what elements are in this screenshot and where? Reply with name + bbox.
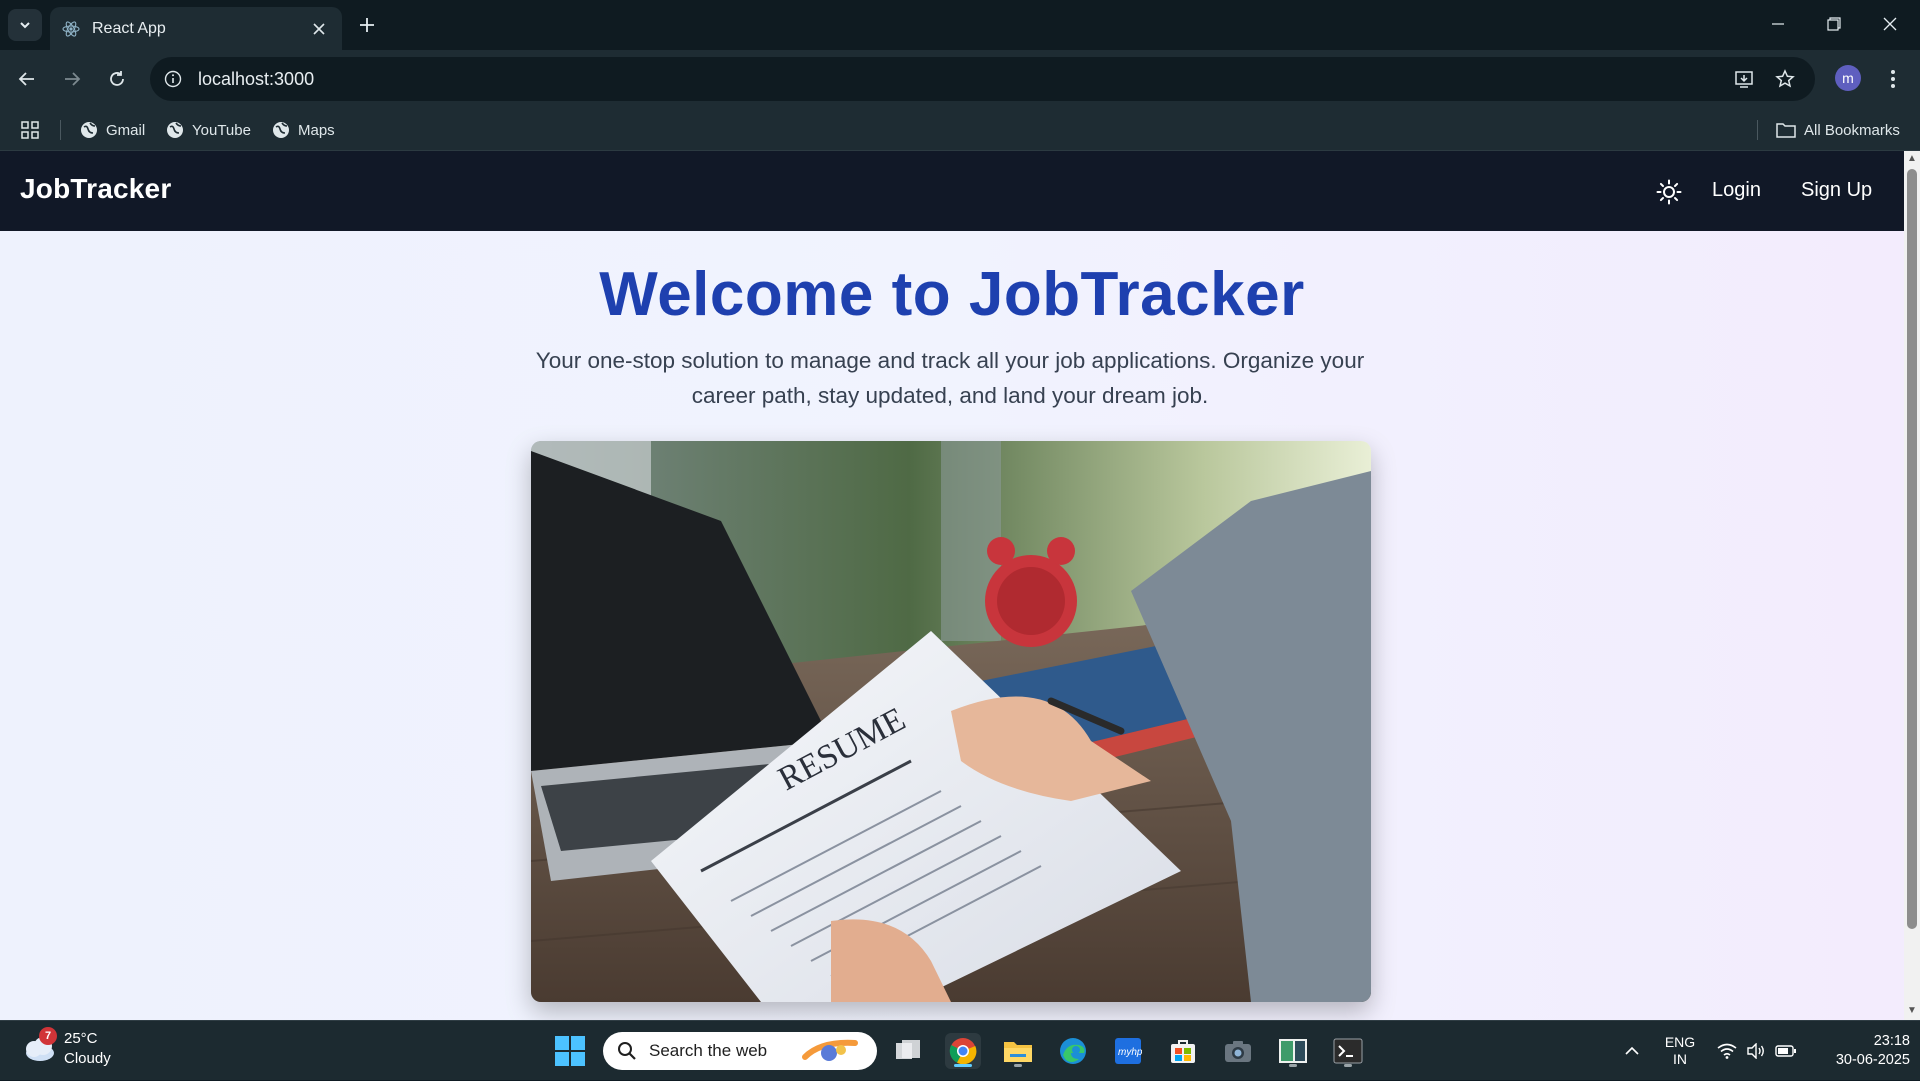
reload-icon [110,71,124,86]
new-tab-button[interactable] [352,10,382,40]
running-indicator [1344,1064,1352,1067]
terminal-preview-icon[interactable] [1275,1033,1311,1069]
camera-icon[interactable] [1220,1033,1256,1069]
plus-icon [360,18,374,32]
arrow-left-icon [18,72,34,86]
lang-bottom: IN [1673,1051,1687,1067]
weather-widget[interactable]: 25°C Cloudy 7 [20,1027,111,1069]
more-vertical-icon [1891,70,1895,88]
svg-text:myhp: myhp [1118,1047,1142,1058]
start-button[interactable] [554,1035,586,1067]
show-hidden-icons[interactable] [1620,1021,1644,1081]
hero-image: RESUME [531,441,1371,1002]
taskbar-search[interactable]: Search the web [603,1032,877,1070]
myhp-icon[interactable]: myhp [1110,1033,1146,1069]
tab-search-button[interactable] [8,9,42,41]
close-icon [1883,17,1897,31]
battery-icon[interactable] [1773,1021,1799,1081]
bookmarks-divider [60,120,61,140]
close-window-button[interactable] [1862,0,1918,48]
search-placeholder: Search the web [649,1041,768,1060]
bookmark-label: YouTube [192,121,251,139]
weather-badge: 7 [39,1027,57,1045]
arrow-right-icon [65,72,81,86]
running-indicator [1014,1064,1022,1067]
address-bar[interactable] [150,57,1815,101]
search-icon [618,1042,636,1060]
task-view-icon[interactable] [890,1033,926,1069]
hero-subtitle: Your one-stop solution to manage and tra… [535,348,1365,408]
browser-toolbar: m [0,50,1920,108]
url-input[interactable] [198,68,1598,90]
folder-icon [1776,123,1796,138]
bookmarks-divider [1757,120,1758,140]
minimize-button[interactable] [1750,0,1806,48]
login-link[interactable]: Login [1712,179,1761,202]
profile-avatar[interactable]: m [1835,65,1861,91]
scroll-up-arrow-icon[interactable]: ▲ [1907,154,1917,164]
globe-icon [81,122,97,138]
bookmark-maps[interactable]: Maps [272,118,335,142]
volume-icon[interactable] [1744,1021,1768,1081]
bookmark-label: Maps [298,121,335,139]
restore-icon [1827,17,1841,31]
bookmark-star-icon[interactable] [1766,57,1804,101]
chevron-up-icon [1625,1046,1639,1055]
bookmark-gmail[interactable]: Gmail [80,118,145,142]
minimize-icon [1772,23,1784,25]
search-highlight-icon [802,1039,859,1061]
bookmark-label: Gmail [106,121,146,139]
wifi-icon[interactable] [1715,1021,1739,1081]
bookmark-youtube[interactable]: YouTube [166,118,251,142]
brand-logo[interactable]: JobTracker [20,173,171,205]
active-indicator [954,1064,972,1067]
hero-title: Welcome to JobTracker [599,260,1305,329]
bookmarks-bar: Gmail YouTube Maps All Bookmarks [0,108,1920,151]
all-bookmarks-button[interactable]: All Bookmarks [1776,118,1900,142]
react-icon [62,20,80,38]
apps-grid-icon [21,121,39,139]
browser-menu-button[interactable] [1878,62,1908,96]
page-viewport: JobTracker Login Sign Up Welcome to JobT… [0,151,1904,1020]
windows-logo-icon [555,1036,585,1066]
weather-desc: Cloudy [64,1050,111,1067]
lang-top: ENG [1664,1034,1696,1050]
clock-date: 30-06-2025 [1835,1052,1910,1068]
edge-icon[interactable] [1055,1033,1091,1069]
weather-temp: 25°C [64,1030,98,1047]
restore-button[interactable] [1806,0,1862,48]
site-info-icon[interactable] [162,68,184,90]
reload-button[interactable] [100,62,134,96]
forward-button[interactable] [55,62,89,96]
file-explorer-icon[interactable] [1000,1033,1036,1069]
chevron-down-icon [20,22,30,29]
back-button[interactable] [10,62,44,96]
all-bookmarks-label: All Bookmarks [1804,121,1900,139]
scroll-down-arrow-icon[interactable]: ▼ [1907,1006,1917,1016]
microsoft-store-icon[interactable] [1165,1033,1201,1069]
windows-taskbar: 25°C Cloudy 7 Search the web myhp ENG IN… [0,1020,1920,1080]
install-app-icon[interactable] [1725,57,1763,101]
language-indicator[interactable]: ENG IN [1660,1021,1700,1081]
apps-button[interactable] [20,118,40,142]
tab-title: React App [92,19,166,37]
chrome-icon[interactable] [945,1033,981,1069]
command-prompt-icon[interactable] [1330,1033,1366,1069]
signup-link[interactable]: Sign Up [1801,179,1872,202]
running-indicator [1289,1064,1297,1067]
globe-icon [167,122,183,138]
page-scrollbar[interactable]: ▲ ▼ [1904,151,1920,1020]
scrollbar-thumb[interactable] [1907,169,1917,929]
sun-icon[interactable] [1656,179,1682,205]
globe-icon [273,122,289,138]
browser-tab[interactable]: React App [50,7,342,50]
tab-close-icon[interactable] [308,18,330,40]
app-navbar: JobTracker Login Sign Up [0,151,1904,231]
system-clock[interactable]: 23:18 30-06-2025 [1810,1032,1910,1070]
clock-time: 23:18 [1873,1033,1910,1049]
browser-tab-strip: React App [0,0,1920,50]
